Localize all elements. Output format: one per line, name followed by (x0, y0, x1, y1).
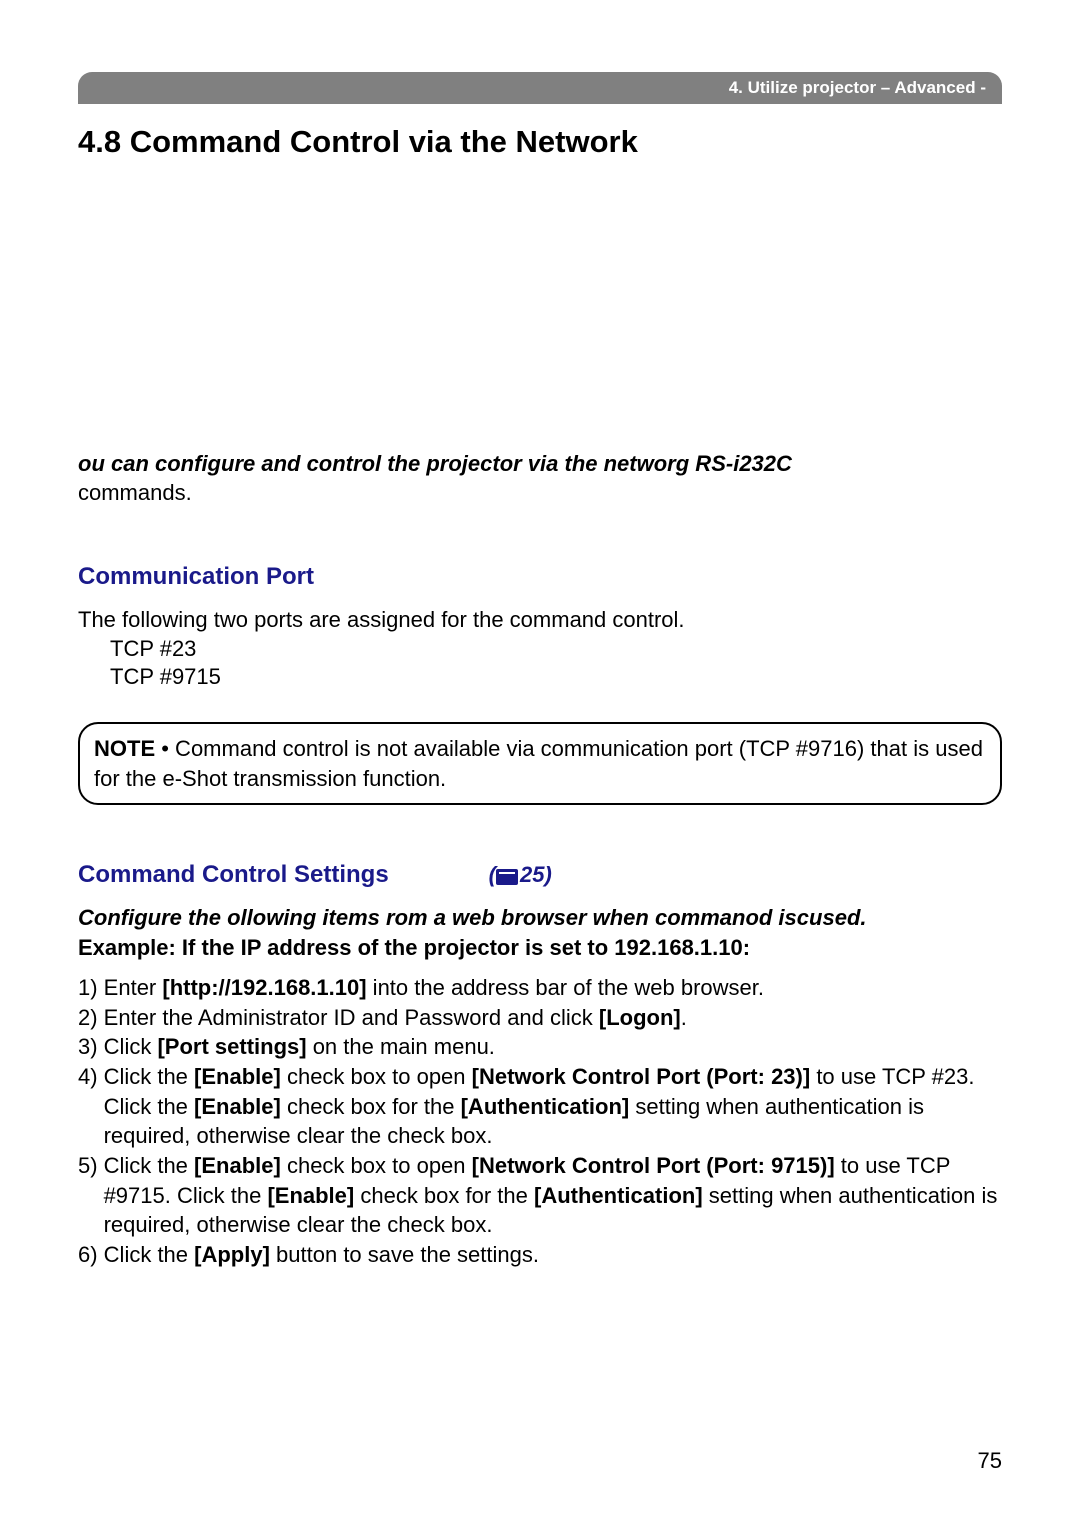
s6c: button to save the settings. (270, 1242, 539, 1267)
section-title: 4.8 Command Control via the Network (78, 124, 1002, 160)
port-item: TCP #9715 (110, 663, 1002, 692)
s4f: [Enable] (194, 1094, 281, 1119)
header-bar: 4. Utilize projector – Advanced - (78, 72, 1002, 104)
settings-row: Command Control Settings (25) (78, 861, 1002, 889)
page-wrapper: 4. Utilize projector – Advanced - 4.8 Co… (0, 0, 1080, 1270)
s5f: [Enable] (267, 1183, 354, 1208)
s4c: check box to open (281, 1064, 472, 1089)
cfg5: c (797, 905, 809, 930)
s2b: [Logon] (599, 1005, 681, 1030)
s5h: [Authentication] (534, 1183, 703, 1208)
intro-t4: 232C (739, 451, 792, 476)
s5content: Click the [Enable] check box to open [Ne… (98, 1151, 1002, 1240)
step-4: 4) Click the [Enable] check box to open … (78, 1062, 1002, 1151)
note-box: NOTE • Command control is not available … (78, 722, 1002, 805)
s5c: check box to open (281, 1153, 472, 1178)
step-5: 5) Click the [Enable] check box to open … (78, 1151, 1002, 1240)
communication-port-desc: The following two ports are assigned for… (78, 605, 1002, 635)
s4g: check box for the (281, 1094, 461, 1119)
s5a: Click the (104, 1153, 194, 1178)
s5b: [Enable] (194, 1153, 281, 1178)
intro-commands: commands. (78, 480, 192, 505)
s1b: [http://192.168.1.10] (162, 975, 366, 1000)
s4d: [Network Control Port (Port: 23)] (472, 1064, 811, 1089)
s2c: . (681, 1005, 687, 1030)
s5g: check box for the (354, 1183, 534, 1208)
note-text: • Command control is not available via c… (94, 736, 983, 791)
step-6: 6) Click the [Apply] button to save the … (78, 1240, 1002, 1270)
s4num: 4) (78, 1062, 98, 1151)
book-icon (496, 869, 518, 885)
intro-t2: g R (676, 451, 711, 476)
s1a: 1) Enter (78, 975, 162, 1000)
s1c: into the address bar of the web browser. (367, 975, 764, 1000)
s5d: [Network Control Port (Port: 9715)] (472, 1153, 835, 1178)
intro-t3: S-i (711, 451, 739, 476)
example-text: Example: If the IP address of the projec… (78, 933, 1002, 963)
s5num: 5) (78, 1151, 98, 1240)
step-1: 1) Enter [http://192.168.1.10] into the … (78, 973, 1002, 1003)
cfg3: rom a web browser when comm (386, 905, 720, 930)
cfg6: used. (809, 905, 866, 930)
s4b: [Enable] (194, 1064, 281, 1089)
s4a: Click the (104, 1064, 194, 1089)
cfg2: ollowing items (227, 905, 386, 930)
intro-t1: ou can configure and control the project… (78, 451, 676, 476)
configure-text: Configure the ollowing items rom a web b… (78, 903, 1002, 933)
intro-part1: ou can configure and control the project… (78, 451, 792, 476)
s3c: on the main menu. (307, 1034, 495, 1059)
intro-text: ou can configure and control the project… (78, 450, 1002, 507)
step-2: 2) Enter the Administrator ID and Passwo… (78, 1003, 1002, 1033)
cfg1: Configure the (78, 905, 227, 930)
s4content: Click the [Enable] check box to open [Ne… (98, 1062, 1002, 1151)
s3a: 3) Click (78, 1034, 157, 1059)
page-ref: (25) (489, 862, 552, 888)
s6b: [Apply] (194, 1242, 270, 1267)
s4h: [Authentication] (461, 1094, 630, 1119)
communication-port-heading: Communication Port (78, 563, 1002, 591)
s3b: [Port settings] (157, 1034, 306, 1059)
s6a: 6) Click the (78, 1242, 194, 1267)
note-label: NOTE (94, 736, 155, 761)
steps-list: 1) Enter [http://192.168.1.10] into the … (78, 973, 1002, 1270)
page-number: 75 (978, 1448, 1002, 1474)
breadcrumb: 4. Utilize projector – Advanced - (729, 78, 986, 97)
page-ref-num: 25 (520, 862, 544, 887)
step-3: 3) Click [Port settings] on the main men… (78, 1032, 1002, 1062)
cfg4: anod is (720, 905, 797, 930)
command-control-settings-heading: Command Control Settings (78, 861, 389, 889)
port-item: TCP #23 (110, 635, 1002, 664)
port-list: TCP #23 TCP #9715 (110, 635, 1002, 692)
s2a: 2) Enter the Administrator ID and Passwo… (78, 1005, 599, 1030)
